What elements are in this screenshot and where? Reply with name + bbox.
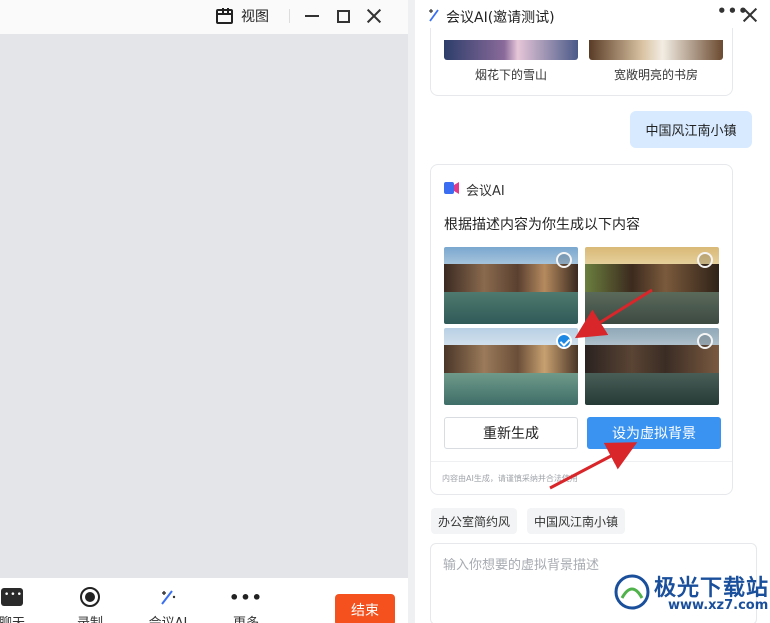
generated-image[interactable] [585, 247, 719, 324]
maximize-button[interactable] [331, 4, 355, 28]
view-label: 视图 [241, 9, 269, 25]
suggestion-chip[interactable]: 中国风江南小镇 [527, 508, 626, 534]
panel-close-button[interactable] [742, 7, 756, 21]
minimize-icon [305, 15, 319, 17]
generated-image[interactable] [444, 328, 578, 405]
record-label: 录制 [65, 612, 115, 623]
select-radio-checked[interactable] [556, 333, 572, 349]
title-bar: 视图 [0, 0, 408, 34]
close-icon [742, 7, 756, 21]
suggestion-chip[interactable]: 办公室简约风 [431, 508, 518, 534]
set-virtual-background-button[interactable]: 设为虚拟背景 [587, 417, 721, 449]
panel-divider[interactable] [408, 0, 415, 623]
select-radio[interactable] [697, 333, 713, 349]
response-description: 根据描述内容为你生成以下内容 [444, 217, 640, 233]
meeting-ai-label: 会议AI [143, 612, 193, 623]
title-separator [289, 9, 290, 23]
thumbnail-caption: 烟花下的雪山 [474, 68, 547, 82]
user-message-bubble: 中国风江南小镇 [630, 111, 752, 148]
panel-title: 会议AI(邀请测试) [446, 10, 555, 26]
more-label: 更多 [221, 612, 271, 623]
meeting-ai-panel: 会议AI(邀请测试) ••• 烟花下的雪山 宽敞明亮的书房 中国风江南小镇 会议… [415, 0, 770, 623]
select-radio[interactable] [556, 252, 572, 268]
calendar-grid-icon [216, 7, 233, 24]
chat-label: 聊天 [0, 612, 37, 623]
meeting-ai-logo-icon [444, 182, 459, 194]
record-button[interactable]: 录制 [65, 586, 115, 623]
background-thumbnail[interactable] [589, 40, 723, 60]
watermark-url: www.xz7.com [668, 598, 769, 613]
record-icon [80, 587, 100, 607]
view-button[interactable]: 视图 [216, 5, 269, 27]
minimize-button[interactable] [300, 4, 324, 28]
ai-wand-icon [161, 590, 176, 605]
card-divider [431, 461, 732, 462]
aurora-logo-icon [614, 574, 650, 610]
generated-image[interactable] [585, 328, 719, 405]
window-close-button[interactable] [362, 4, 386, 28]
background-thumbnail[interactable] [444, 40, 578, 60]
more-dots-icon: ••• [229, 587, 263, 607]
chat-bubble-icon [1, 588, 23, 606]
select-radio[interactable] [697, 252, 713, 268]
meeting-window: 视图 聊天 录制 会议AI • [0, 0, 408, 623]
close-icon [366, 8, 382, 24]
thumbnail-caption: 宽敞明亮的书房 [613, 68, 698, 82]
meeting-ai-button[interactable]: 会议AI [143, 586, 193, 623]
previous-result-card: 烟花下的雪山 宽敞明亮的书房 [430, 28, 733, 96]
ai-brand-label: 会议AI [466, 184, 505, 199]
regenerate-button[interactable]: 重新生成 [444, 417, 578, 449]
ai-response-card: 会议AI 根据描述内容为你生成以下内容 重新生成 设为虚拟背景 内容由AI生成，… [430, 164, 733, 495]
more-button[interactable]: ••• 更多 [221, 586, 271, 623]
video-area [0, 34, 408, 578]
end-meeting-button[interactable]: 结束 [335, 594, 395, 623]
ai-disclaimer: 内容由AI生成，请谨慎采纳并合法使用 [442, 474, 578, 483]
generated-image[interactable] [444, 247, 578, 324]
maximize-icon [336, 9, 350, 23]
ai-wand-icon [429, 9, 439, 22]
watermark: 极光下载站 www.xz7.com [612, 568, 770, 623]
chat-button[interactable]: 聊天 [0, 586, 37, 623]
